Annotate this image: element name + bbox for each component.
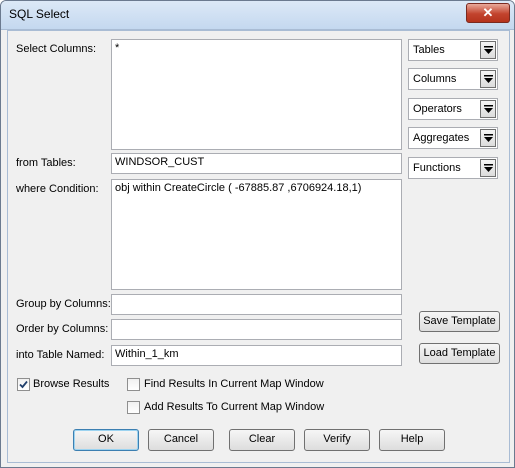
tables-dropdown-arrow[interactable] bbox=[480, 41, 496, 59]
from-tables-field[interactable]: WINDSOR_CUST bbox=[111, 153, 402, 174]
ok-button[interactable]: OK bbox=[73, 429, 139, 451]
aggregates-dropdown[interactable]: Aggregates bbox=[408, 127, 498, 149]
browse-results-checkbox[interactable] bbox=[17, 378, 30, 391]
save-template-button[interactable]: Save Template bbox=[419, 311, 500, 332]
find-results-label[interactable]: Find Results In Current Map Window bbox=[144, 378, 324, 390]
title-bar[interactable]: SQL Select ✕ bbox=[1, 1, 514, 30]
functions-dropdown-arrow[interactable] bbox=[480, 159, 496, 177]
select-columns-field[interactable]: * bbox=[111, 39, 402, 150]
chevron-down-icon bbox=[484, 164, 493, 172]
cancel-button[interactable]: Cancel bbox=[148, 429, 214, 451]
tables-dropdown[interactable]: Tables bbox=[408, 39, 498, 61]
chevron-down-icon bbox=[484, 75, 493, 83]
order-by-field[interactable] bbox=[111, 319, 402, 340]
aggregates-dropdown-arrow[interactable] bbox=[480, 129, 496, 147]
functions-dropdown-label: Functions bbox=[413, 162, 461, 174]
add-results-checkbox[interactable] bbox=[127, 401, 140, 414]
browse-results-label[interactable]: Browse Results bbox=[33, 378, 109, 390]
close-button[interactable]: ✕ bbox=[466, 3, 510, 23]
select-columns-label: Select Columns: bbox=[16, 43, 97, 55]
checkmark-icon bbox=[19, 380, 28, 389]
verify-button[interactable]: Verify bbox=[304, 429, 370, 451]
into-table-field[interactable]: Within_1_km bbox=[111, 345, 402, 366]
group-by-field[interactable] bbox=[111, 294, 402, 315]
aggregates-dropdown-label: Aggregates bbox=[413, 132, 470, 144]
chevron-down-icon bbox=[484, 105, 493, 113]
group-by-label: Group by Columns: bbox=[16, 298, 111, 310]
load-template-button[interactable]: Load Template bbox=[419, 343, 500, 364]
chevron-down-icon bbox=[484, 134, 493, 142]
into-table-label: into Table Named: bbox=[16, 349, 105, 361]
from-tables-label: from Tables: bbox=[16, 157, 76, 169]
operators-dropdown-arrow[interactable] bbox=[480, 100, 496, 118]
where-condition-field[interactable]: obj within CreateCircle ( -67885.87 ,670… bbox=[111, 179, 402, 290]
columns-dropdown-label: Columns bbox=[413, 73, 457, 85]
dialog-body: Select Columns: from Tables: where Condi… bbox=[7, 30, 510, 463]
tables-dropdown-label: Tables bbox=[413, 44, 445, 56]
find-results-checkbox[interactable] bbox=[127, 378, 140, 391]
add-results-label[interactable]: Add Results To Current Map Window bbox=[144, 401, 324, 413]
chevron-down-icon bbox=[484, 46, 493, 54]
columns-dropdown[interactable]: Columns bbox=[408, 68, 498, 90]
columns-dropdown-arrow[interactable] bbox=[480, 70, 496, 88]
sql-select-window: SQL Select ✕ Select Columns: from Tables… bbox=[0, 0, 515, 468]
order-by-label: Order by Columns: bbox=[16, 323, 109, 335]
help-button[interactable]: Help bbox=[379, 429, 445, 451]
close-icon: ✕ bbox=[482, 5, 494, 20]
clear-button[interactable]: Clear bbox=[229, 429, 295, 451]
operators-dropdown-label: Operators bbox=[413, 103, 462, 115]
operators-dropdown[interactable]: Operators bbox=[408, 98, 498, 120]
functions-dropdown[interactable]: Functions bbox=[408, 157, 498, 179]
where-condition-label: where Condition: bbox=[16, 183, 99, 195]
window-title: SQL Select bbox=[9, 7, 70, 21]
